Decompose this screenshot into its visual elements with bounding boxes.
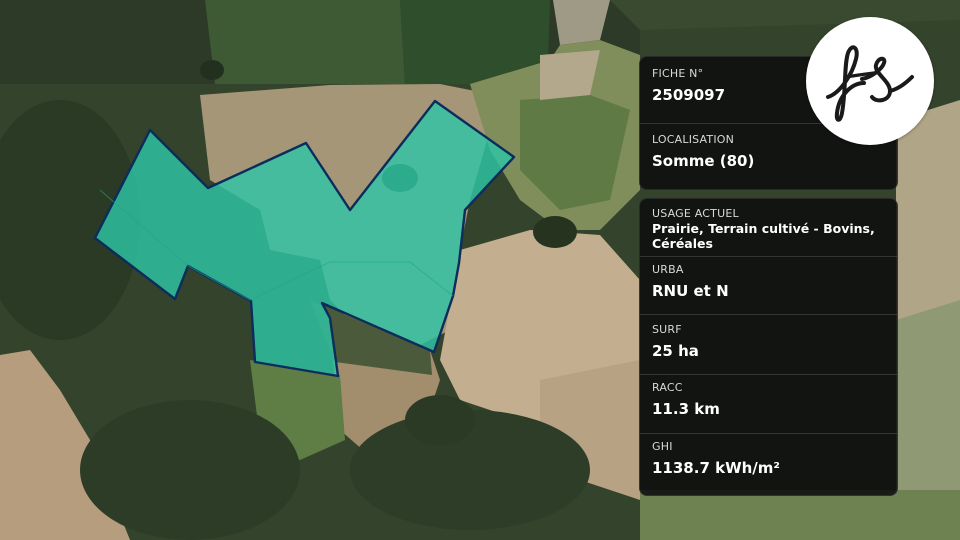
ghi-value: 1138.7 kWh/m² bbox=[652, 459, 780, 477]
ghi-label: GHI bbox=[652, 440, 673, 453]
surf-row: SURF 25 ha bbox=[640, 315, 897, 375]
racc-row: RACC 11.3 km bbox=[640, 375, 897, 434]
ghi-row: GHI 1138.7 kWh/m² bbox=[640, 434, 897, 493]
urba-row: URBA RNU et N bbox=[640, 257, 897, 315]
racc-label: RACC bbox=[652, 381, 683, 394]
info-card-bottom: USAGE ACTUEL Prairie, Terrain cultivé - … bbox=[639, 198, 898, 496]
field-top-green bbox=[205, 0, 405, 84]
tree-clump bbox=[533, 216, 577, 248]
forest-bottom bbox=[80, 400, 300, 540]
brand-logo[interactable] bbox=[806, 17, 934, 145]
tree-clump bbox=[405, 395, 475, 445]
tree-clump bbox=[200, 60, 224, 80]
urba-label: URBA bbox=[652, 263, 684, 276]
usage-row: USAGE ACTUEL Prairie, Terrain cultivé - … bbox=[640, 199, 897, 257]
fs-logo-icon bbox=[826, 45, 914, 122]
urba-value: RNU et N bbox=[652, 282, 729, 300]
usage-label: USAGE ACTUEL bbox=[652, 207, 739, 220]
surf-value: 25 ha bbox=[652, 342, 699, 360]
usage-value: Prairie, Terrain cultivé - Bovins, Céréa… bbox=[652, 221, 875, 251]
racc-value: 11.3 km bbox=[652, 400, 720, 418]
field-bottom-right bbox=[640, 490, 960, 540]
localisation-value: Somme (80) bbox=[652, 152, 755, 170]
surf-label: SURF bbox=[652, 323, 682, 336]
